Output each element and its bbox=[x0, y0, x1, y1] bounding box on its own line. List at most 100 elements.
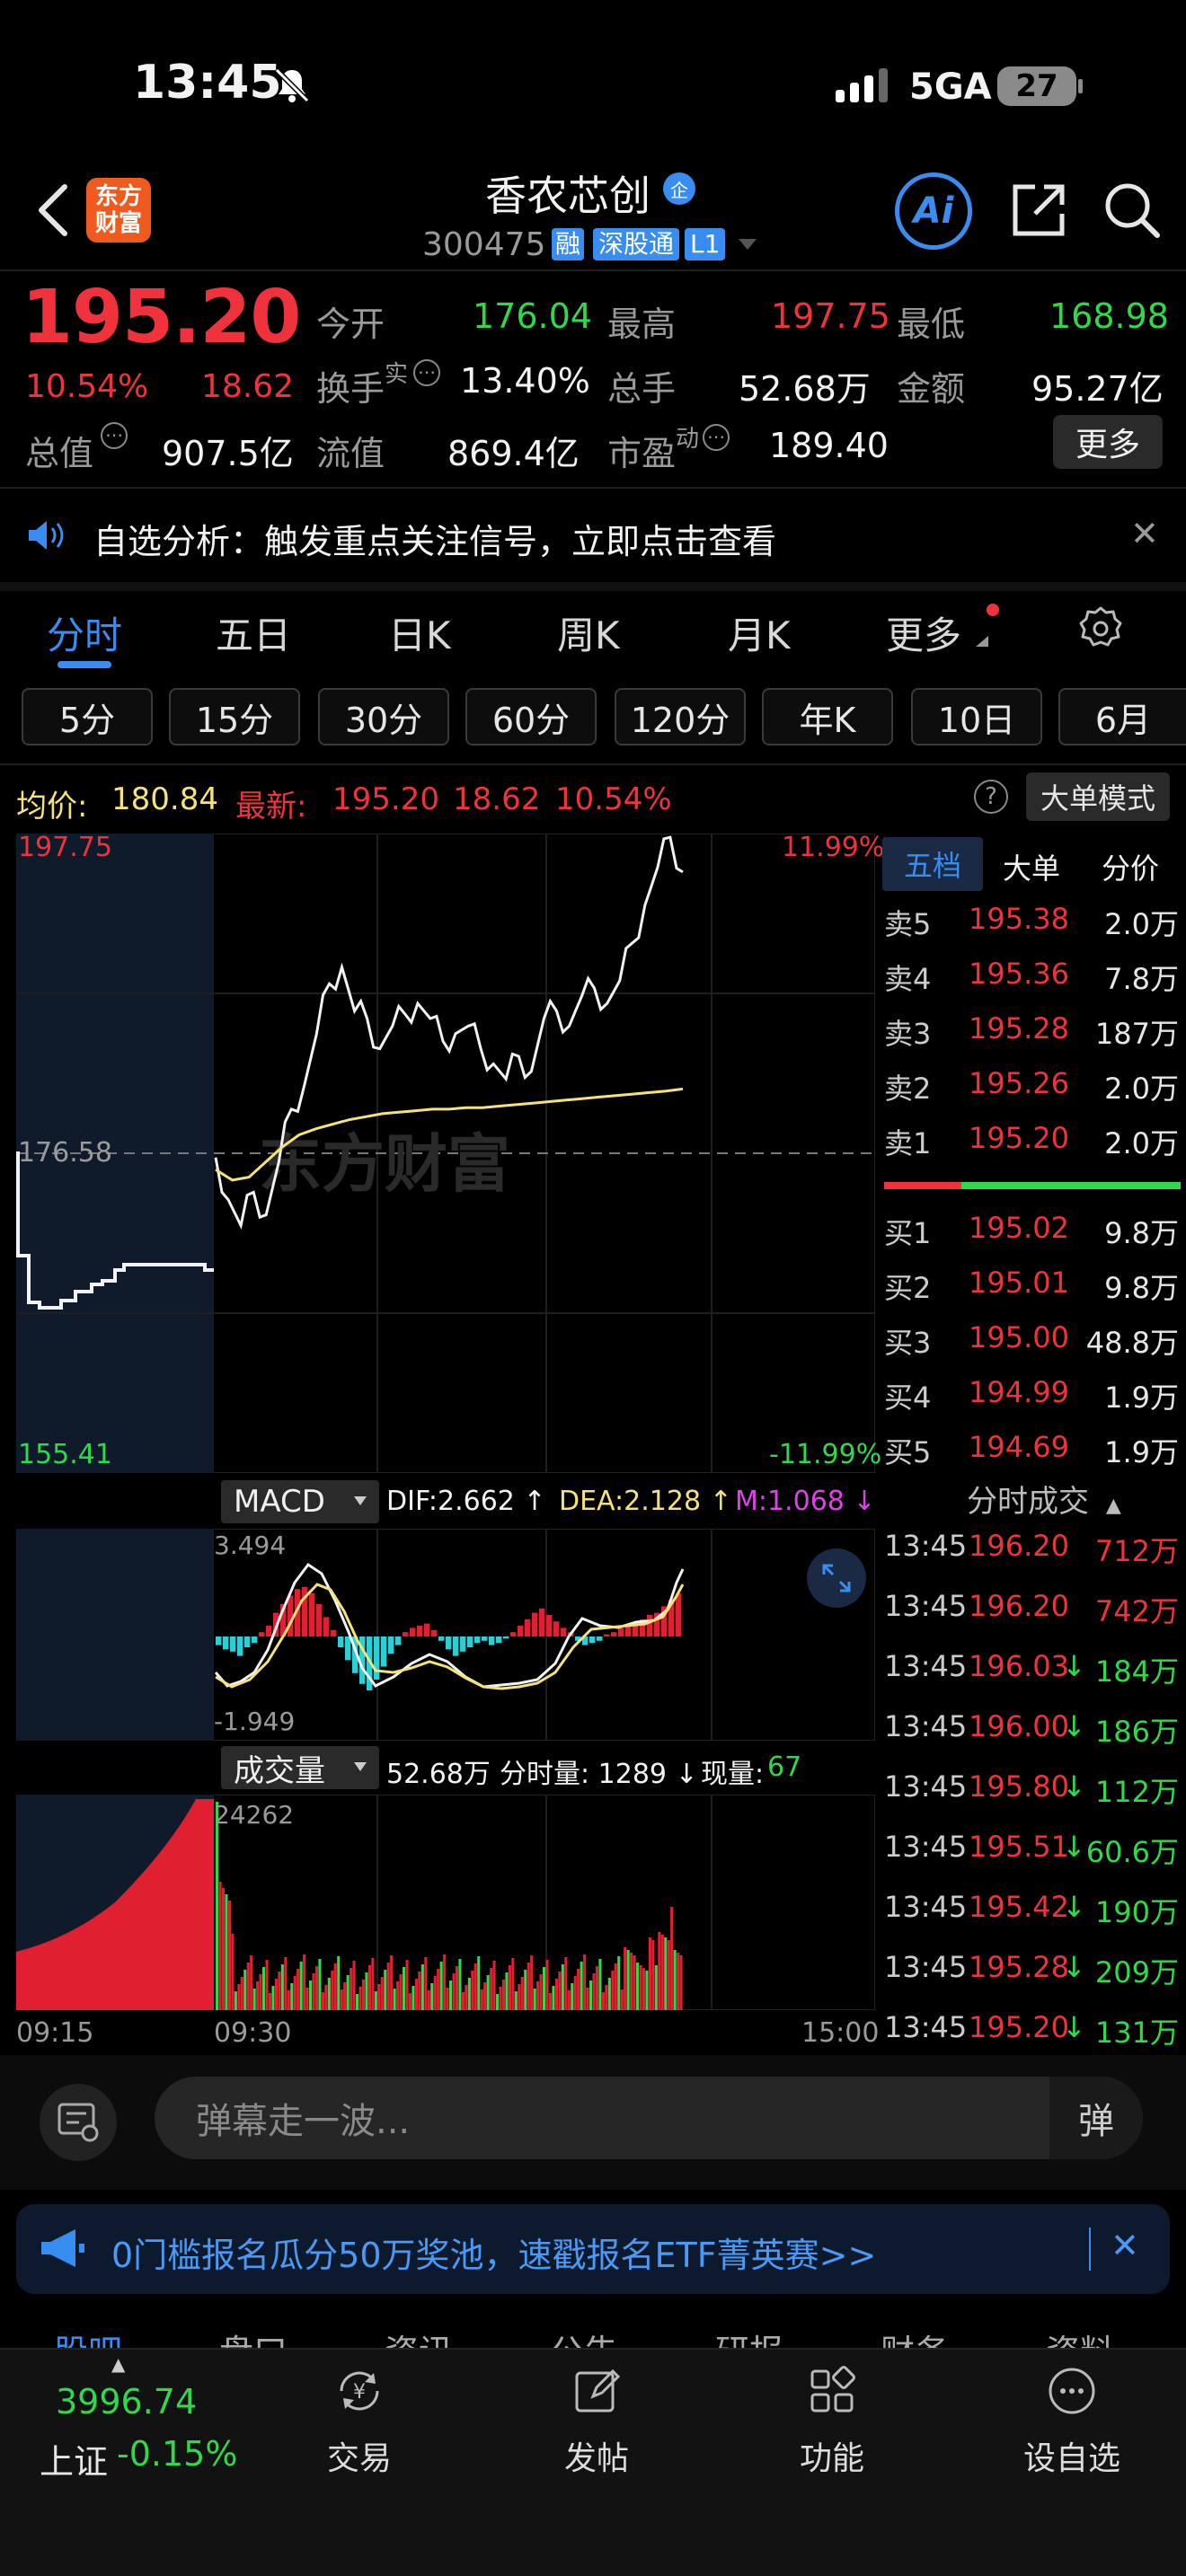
turnover-info-icon[interactable]: ⋯ bbox=[413, 359, 440, 386]
close-notice-icon[interactable]: ✕ bbox=[1130, 514, 1159, 553]
volume-bar bbox=[598, 1959, 602, 2010]
detail-tab-5[interactable]: 财务 bbox=[881, 2325, 949, 2348]
help-icon[interactable]: ? bbox=[974, 780, 1008, 814]
detail-tab-3[interactable]: 公告 bbox=[550, 2325, 618, 2348]
ai-button[interactable]: Ai bbox=[895, 172, 972, 250]
danmu-toggle-button[interactable]: 弹 bbox=[1049, 2077, 1143, 2159]
minute-tab-10-day[interactable]: 10日 bbox=[911, 688, 1042, 745]
turnover-value: 13.40% bbox=[460, 361, 590, 401]
detail-tab-2[interactable]: 资讯 bbox=[385, 2325, 453, 2348]
nav-post[interactable]: 发帖 bbox=[543, 2364, 651, 2490]
share-icon[interactable] bbox=[1008, 180, 1069, 241]
detail-tab-1[interactable]: 盘口 bbox=[219, 2325, 288, 2348]
volume-chart bbox=[16, 1795, 712, 2010]
macd-bar bbox=[532, 1612, 538, 1636]
volume-bar bbox=[427, 1990, 430, 2010]
detail-tab-4[interactable]: 研报 bbox=[715, 2325, 783, 2348]
back-icon[interactable] bbox=[36, 183, 72, 237]
tab-monthly-k[interactable]: 月K bbox=[728, 605, 791, 660]
macd-bar bbox=[604, 1634, 610, 1636]
macd-min-label: -1.949 bbox=[214, 1707, 296, 1736]
search-icon[interactable] bbox=[1102, 180, 1163, 241]
trade-time: 13:45 bbox=[884, 1890, 968, 1924]
macd-bar bbox=[431, 1629, 438, 1636]
volume-bars bbox=[216, 1802, 683, 2010]
tab-more[interactable]: 更多 bbox=[886, 605, 961, 660]
nav-trade[interactable]: ¥ 交易 bbox=[305, 2364, 413, 2490]
volume-bar bbox=[321, 1992, 324, 2010]
trade-icon: ¥ bbox=[340, 2371, 379, 2411]
more-button[interactable]: 更多 bbox=[1053, 415, 1163, 469]
tab-five-day[interactable]: 五日 bbox=[216, 605, 291, 660]
pe-info-icon[interactable]: ⋯ bbox=[703, 424, 730, 451]
volume-bar bbox=[250, 1955, 253, 2010]
trade-time: 13:45 bbox=[884, 1589, 968, 1623]
index-widget[interactable]: 3996.74 上证 -0.15% bbox=[36, 2382, 243, 2490]
volume-bar bbox=[670, 1907, 674, 2010]
tab-minute[interactable]: 分时 bbox=[47, 605, 122, 660]
ask-row-label: 卖3 bbox=[884, 1017, 932, 1051]
bid-row-label: 买1 bbox=[884, 1216, 932, 1250]
battery-indicator: 27 bbox=[997, 66, 1076, 106]
nav-function[interactable]: 功能 bbox=[778, 2364, 886, 2490]
volume-bar bbox=[492, 1961, 496, 2010]
volume-bar bbox=[639, 1965, 642, 2010]
minute-tab-6-month[interactable]: 6月 bbox=[1058, 688, 1186, 745]
tab-active-indicator bbox=[58, 661, 111, 668]
main-price-chart: 东方财富 bbox=[16, 834, 875, 1473]
volume-bar bbox=[312, 1973, 315, 2010]
minute-tab-5[interactable]: 5分 bbox=[22, 688, 153, 745]
chevron-down-icon[interactable] bbox=[739, 239, 757, 250]
network-label: 5GA bbox=[909, 66, 992, 108]
mktcap-info-icon[interactable]: ⋯ bbox=[101, 422, 128, 449]
volume-bar bbox=[605, 1985, 608, 2010]
nav-function-label: 功能 bbox=[799, 2440, 864, 2477]
volume-bar bbox=[601, 1992, 605, 2010]
nav-add-watchlist[interactable]: 设自选 bbox=[1005, 2364, 1139, 2490]
comment-input[interactable]: 弹幕走一波... bbox=[155, 2077, 1143, 2159]
gear-icon[interactable] bbox=[1078, 605, 1123, 650]
chart-watermark: 东方财富 bbox=[259, 1129, 510, 1199]
macd-bar bbox=[525, 1619, 531, 1636]
minute-tab-30[interactable]: 30分 bbox=[318, 688, 449, 745]
volume-bar bbox=[645, 1971, 649, 2010]
trades-title[interactable]: 分时成交 ▲ bbox=[967, 1477, 1121, 1521]
minute-tab-60[interactable]: 60分 bbox=[465, 688, 597, 745]
megaphone-icon bbox=[41, 2229, 84, 2267]
detail-tab-0[interactable]: 股吧 bbox=[54, 2325, 122, 2348]
order-book-tab-price[interactable]: 分价 bbox=[1102, 846, 1159, 887]
volume-bar bbox=[225, 1894, 228, 2010]
x-end-label: 15:00 bbox=[801, 2017, 880, 2049]
comment-list-button[interactable] bbox=[40, 2084, 117, 2161]
minute-tab-15[interactable]: 15分 bbox=[169, 688, 300, 745]
macd-bar bbox=[647, 1615, 653, 1636]
open-value: 176.04 bbox=[473, 296, 592, 336]
banner-close-icon[interactable]: ✕ bbox=[1111, 2226, 1139, 2265]
volume-bar bbox=[221, 1888, 225, 2010]
float-value: 869.4亿 bbox=[447, 434, 580, 473]
order-book-tab-five[interactable]: 五档 bbox=[882, 837, 983, 891]
header-divider bbox=[0, 269, 1186, 271]
tab-weekly-k[interactable]: 周K bbox=[557, 605, 620, 660]
volume-bar bbox=[573, 1976, 577, 2010]
volume-bar bbox=[296, 1969, 300, 2010]
minute-tab-year-k[interactable]: 年K bbox=[762, 688, 893, 745]
pe-label: 市盈 bbox=[607, 434, 677, 473]
macd-bar bbox=[388, 1636, 394, 1654]
big-order-mode-button[interactable]: 大单模式 bbox=[1026, 772, 1170, 821]
volume-bar bbox=[256, 1981, 260, 2010]
volume-bar bbox=[499, 1987, 502, 2010]
order-book-tab-big[interactable]: 大单 bbox=[1003, 846, 1060, 887]
tab-daily-k[interactable]: 日K bbox=[388, 605, 451, 660]
macd-bar bbox=[288, 1595, 294, 1636]
volume-bar bbox=[234, 1991, 237, 2010]
macd-bar bbox=[345, 1636, 351, 1661]
notice-text[interactable]: 自选分析：触发重点关注信号，立即点击查看 bbox=[93, 514, 776, 563]
app-logo[interactable]: 东方 财富 bbox=[86, 178, 151, 243]
expand-chart-button[interactable] bbox=[807, 1548, 866, 1608]
volume-bar bbox=[331, 1971, 334, 2010]
minute-tab-120[interactable]: 120分 bbox=[615, 688, 746, 745]
detail-tab-6[interactable]: 资料 bbox=[1046, 2325, 1114, 2348]
volume-bar bbox=[358, 1987, 362, 2010]
trade-price: 195.28 bbox=[969, 1950, 1069, 1984]
